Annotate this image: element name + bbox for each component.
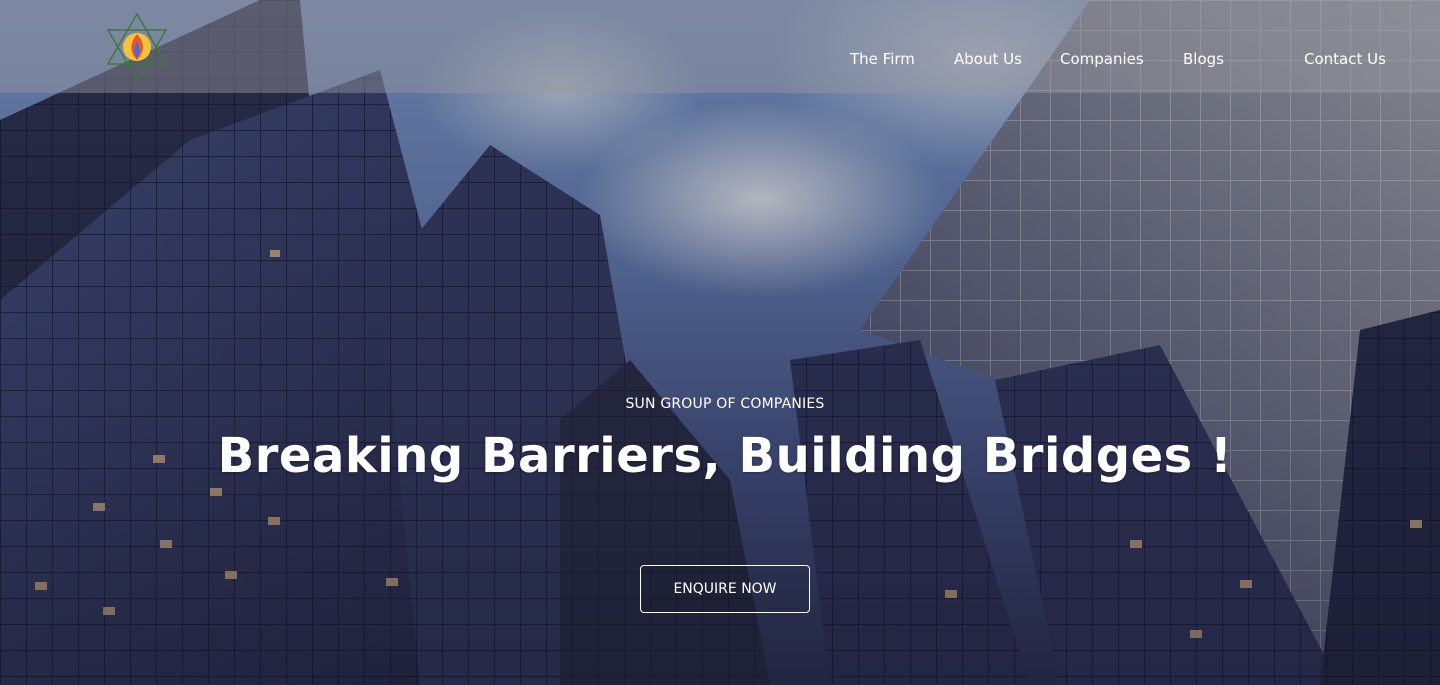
hero-headline: Breaking Barriers, Building Bridges ! (217, 428, 1233, 484)
nav-item-contact-us[interactable]: Contact Us (1304, 50, 1386, 68)
nav-item-about-us[interactable]: About Us (954, 50, 1022, 68)
star-flame-logo-icon (106, 12, 168, 82)
top-navbar: The Firm About Us Companies Blogs Contac… (0, 0, 1440, 93)
hero-section: The Firm About Us Companies Blogs Contac… (0, 0, 1440, 685)
nav-item-companies[interactable]: Companies (1060, 50, 1144, 68)
enquire-now-button[interactable]: ENQUIRE NOW (640, 565, 810, 613)
nav-item-the-firm[interactable]: The Firm (850, 50, 915, 68)
nav-item-blogs[interactable]: Blogs (1183, 50, 1224, 68)
hero-eyebrow: SUN GROUP OF COMPANIES (625, 396, 825, 412)
company-logo[interactable] (104, 12, 170, 82)
